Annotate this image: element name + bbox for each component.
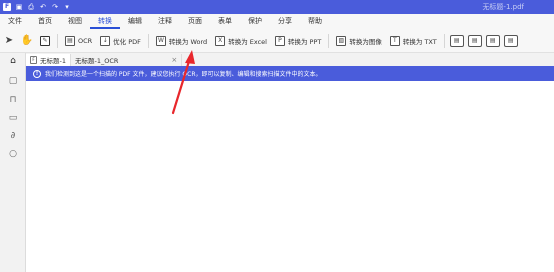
title-bar: F ▣ ⎙ ↶ ↷ ▾ 无标题-1.pdf xyxy=(0,0,554,14)
tab-label: 无标题-1_OCR xyxy=(74,57,119,65)
format-1-icon: ▤ xyxy=(453,37,460,44)
format-2-icon: ▤ xyxy=(471,37,478,44)
add-tab-icon[interactable]: + xyxy=(182,54,200,66)
convert-format-2-button[interactable]: ▤ xyxy=(467,34,482,47)
convert-format-1-button[interactable]: ▤ xyxy=(449,34,464,47)
menu-convert[interactable]: 转换 xyxy=(90,14,120,29)
tab-label: 无标题-1 xyxy=(40,57,66,65)
dropdown-icon[interactable]: ▾ xyxy=(63,3,71,11)
convert-to-word-label: 转换为 Word xyxy=(168,37,208,46)
menu-file[interactable]: 文件 xyxy=(0,14,30,29)
hand-tool[interactable]: ✋ xyxy=(18,32,36,50)
word-icon: W xyxy=(155,35,166,46)
edit-tool[interactable]: ✎ xyxy=(36,32,54,50)
convert-to-excel-button[interactable]: X 转换为 Excel xyxy=(211,32,271,50)
attachment-icon[interactable]: ∂ xyxy=(8,131,18,141)
ocr-notice-text: 我们检测到这是一个扫描的 PDF 文件，建议您执行 OCR，即可以复制、编辑和搜… xyxy=(45,71,322,78)
menu-help[interactable]: 帮助 xyxy=(300,14,330,29)
close-icon[interactable]: × xyxy=(171,56,177,64)
menu-share[interactable]: 分享 xyxy=(270,14,300,29)
edit-icon: ✎ xyxy=(40,35,50,46)
redo-icon[interactable]: ↷ xyxy=(51,3,59,11)
info-icon: ! xyxy=(33,69,41,78)
convert-to-txt-label: 转换为 TXT xyxy=(402,37,437,46)
convert-format-3-button[interactable]: ▤ xyxy=(485,34,500,47)
menu-protect[interactable]: 保护 xyxy=(240,14,270,29)
comment-icon[interactable]: ▭ xyxy=(8,113,18,123)
ocr-icon: ▤ xyxy=(65,35,75,46)
toolbar-divider xyxy=(443,33,445,48)
menu-view[interactable]: 视图 xyxy=(60,14,90,29)
optimize-pdf-button[interactable]: ↓ 优化 PDF xyxy=(96,32,145,50)
window-title: 无标题-1.pdf xyxy=(482,3,524,11)
convert-toolbar: ➤ ✋ ✎ ▤ OCR ↓ 优化 PDF W 转换为 Word X 转换为 Ex… xyxy=(0,29,554,53)
left-sidebar: ⌂ ▢ ⊓ ▭ ∂ ○ xyxy=(0,53,26,272)
home-icon[interactable]: ⌂ xyxy=(8,56,18,66)
convert-to-ppt-label: 转换为 PPT xyxy=(287,37,322,46)
optimize-label: 优化 PDF xyxy=(113,37,141,46)
document-tab[interactable]: 无标题-1_OCR × xyxy=(71,54,183,66)
pdf-file-icon: F xyxy=(30,56,37,64)
menu-edit[interactable]: 编辑 xyxy=(120,14,150,29)
optimize-icon: ↓ xyxy=(100,35,111,46)
menu-page[interactable]: 页面 xyxy=(180,14,210,29)
convert-to-txt-button[interactable]: T 转换为 TXT xyxy=(386,32,441,50)
document-tab-strip: F 无标题-1 无标题-1_OCR × + xyxy=(26,53,554,66)
toolbar-divider xyxy=(57,33,58,48)
ocr-button[interactable]: ▤ OCR xyxy=(61,32,96,50)
print-icon[interactable]: ⎙ xyxy=(27,3,35,11)
ocr-label: OCR xyxy=(78,36,93,45)
menu-comment[interactable]: 注释 xyxy=(150,14,180,29)
convert-to-image-label: 转换为图像 xyxy=(349,37,382,46)
excel-icon: X xyxy=(215,35,226,46)
txt-icon: T xyxy=(389,35,400,46)
menu-home[interactable]: 首页 xyxy=(30,14,60,29)
search-icon[interactable]: ○ xyxy=(8,149,18,159)
thumbnail-icon[interactable]: ▢ xyxy=(8,76,18,86)
document-tab[interactable]: F 无标题-1 xyxy=(26,54,71,66)
select-tool[interactable]: ➤ xyxy=(0,32,18,50)
cursor-icon: ➤ xyxy=(4,34,14,46)
undo-icon[interactable]: ↶ xyxy=(39,3,47,11)
convert-to-word-button[interactable]: W 转换为 Word xyxy=(152,32,211,50)
ocr-notice-bar: ! 我们检测到这是一个扫描的 PDF 文件，建议您执行 OCR，即可以复制、编辑… xyxy=(26,66,554,81)
format-4-icon: ▤ xyxy=(507,37,514,44)
convert-to-excel-label: 转换为 Excel xyxy=(228,37,267,46)
convert-to-ppt-button[interactable]: P 转换为 PPT xyxy=(271,32,325,50)
bookmark-icon[interactable]: ⊓ xyxy=(8,95,18,105)
app-logo-icon: F xyxy=(3,3,11,11)
convert-format-4-button[interactable]: ▤ xyxy=(503,34,518,47)
format-3-icon: ▤ xyxy=(489,37,496,44)
toolbar-divider xyxy=(147,33,149,48)
hand-icon: ✋ xyxy=(20,34,34,46)
image-icon: ▧ xyxy=(336,35,347,46)
menu-form[interactable]: 表单 xyxy=(210,14,240,29)
toolbar-divider xyxy=(328,33,330,48)
ppt-icon: P xyxy=(274,35,285,46)
document-canvas[interactable] xyxy=(26,81,554,272)
save-icon[interactable]: ▣ xyxy=(15,3,23,11)
menu-bar: 文件 首页 视图 转换 编辑 注释 页面 表单 保护 分享 帮助 xyxy=(0,14,554,29)
convert-to-image-button[interactable]: ▧ 转换为图像 xyxy=(332,32,386,50)
